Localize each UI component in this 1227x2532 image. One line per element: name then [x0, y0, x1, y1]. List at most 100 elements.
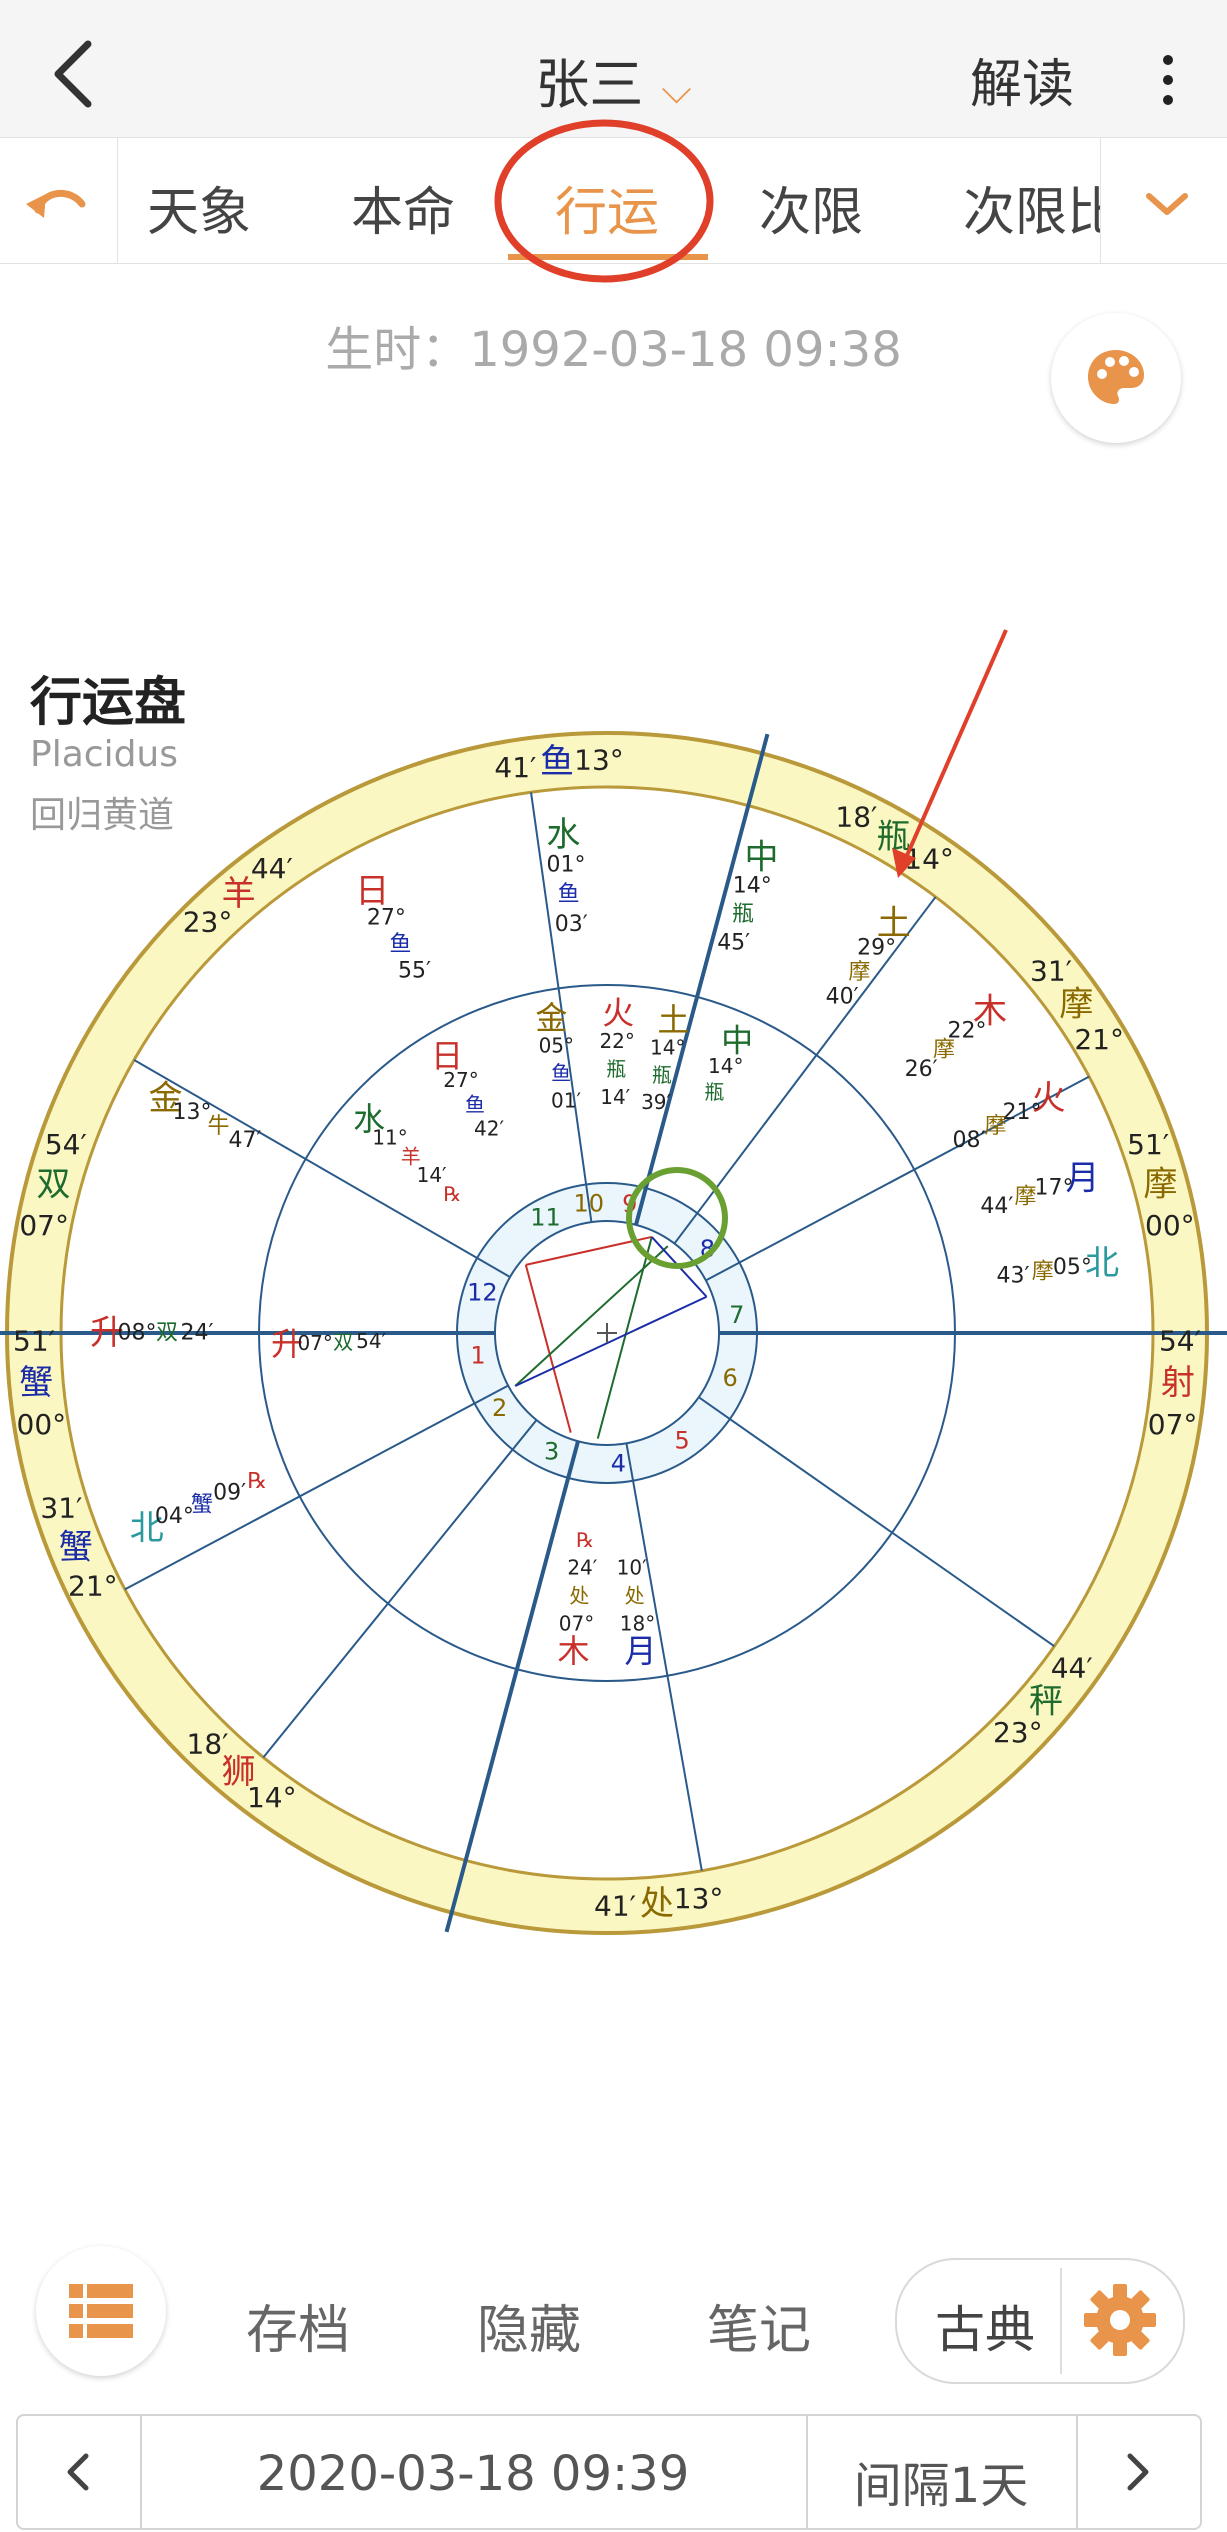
transit-planet-label: 14°: [733, 874, 772, 899]
ring-label: 07°: [1148, 1408, 1198, 1441]
transit-planet-label: 鱼: [558, 882, 580, 907]
transit-planet-label: 摩: [1032, 1259, 1054, 1284]
date-display[interactable]: 2020-03-18 09:39: [140, 2416, 808, 2528]
natal-planet-label: 火: [602, 994, 634, 1032]
tab-benming[interactable]: 本命: [351, 170, 455, 245]
hide-button[interactable]: 隐藏: [477, 2288, 581, 2363]
ring-label: 54′: [45, 1128, 87, 1161]
ring-label: 31′: [40, 1492, 82, 1525]
ring-label: 21°: [68, 1569, 118, 1602]
natal-planet-label: 27°: [443, 1068, 478, 1092]
transit-planet-label: 摩: [848, 960, 870, 985]
ring-label: 蟹: [19, 1363, 53, 1403]
interval-button[interactable]: 间隔1天: [806, 2416, 1078, 2528]
ring-label: 07°: [19, 1209, 69, 1242]
house-number: 5: [674, 1426, 689, 1454]
natal-planet-label: 金: [535, 999, 567, 1037]
birth-time: 生时：1992-03-18 09:38: [325, 322, 902, 378]
classic-button[interactable]: 古典: [935, 2290, 1035, 2362]
natal-planet-label: 双: [333, 1330, 353, 1354]
tabs-dropdown-chevron-icon[interactable]: [1100, 138, 1227, 263]
ring-label: 23°: [993, 1716, 1043, 1749]
natal-planet-label: 07°: [559, 1611, 594, 1635]
ring-label: 21°: [1074, 1023, 1124, 1056]
ring-label: 摩: [1059, 984, 1093, 1024]
ring-label: 射: [1161, 1363, 1195, 1403]
transit-planet-label: 45′: [717, 931, 750, 956]
list-icon: [69, 2284, 133, 2338]
natal-planet-label: 处: [625, 1584, 645, 1608]
transit-planet-label: 蟹: [191, 1492, 213, 1517]
natal-planet-label: 42′: [474, 1117, 504, 1141]
natal-planet-label: 07°: [297, 1331, 332, 1355]
ring-label: 18′: [187, 1727, 229, 1760]
ring-label: 处: [640, 1884, 674, 1924]
transit-planet-label: 09′: [213, 1481, 246, 1506]
ring-label: 41′: [594, 1889, 636, 1922]
chevron-right-icon: [1127, 2453, 1149, 2491]
palette-button[interactable]: [1051, 313, 1181, 443]
list-button[interactable]: [36, 2246, 166, 2376]
transit-planet-label: 44′: [980, 1194, 1013, 1219]
natal-planet-label: 木: [558, 1632, 590, 1670]
natal-planet-label: 24′: [567, 1556, 597, 1580]
tab-tianxiang[interactable]: 天象: [147, 170, 251, 245]
interpret-button[interactable]: 解读: [970, 42, 1074, 117]
natal-planet-label: ℞: [576, 1528, 594, 1552]
ring-label: 31′: [1030, 954, 1072, 987]
transit-planet-label: 21°: [1002, 1100, 1041, 1125]
ring-label: 41′: [494, 751, 536, 784]
transit-planet-label: 摩: [984, 1114, 1006, 1139]
ring-label: 18′: [835, 801, 877, 834]
natal-planet-label: 54′: [356, 1329, 386, 1353]
transit-planet-label: ℞: [247, 1469, 267, 1494]
natal-planet-label: 鱼: [465, 1092, 485, 1116]
ring-label: 摩: [1143, 1165, 1177, 1205]
natal-planet-label: 14°: [650, 1035, 685, 1059]
house-number: 6: [722, 1364, 737, 1392]
house-number: 10: [573, 1189, 604, 1217]
natal-planet-label: 瓶: [704, 1080, 724, 1104]
natal-planet-label: 处: [569, 1584, 589, 1608]
tab-cixian[interactable]: 次限: [759, 170, 863, 245]
astrology-chart[interactable]: 41′ 鱼 13°18′ 瓶14°31′摩21°51′摩00°54′射07°44′秤2…: [0, 600, 1227, 2000]
house-number: 4: [611, 1450, 626, 1478]
transit-planet-label: 47′: [228, 1128, 261, 1153]
natal-planet-label: 瓶: [606, 1057, 626, 1081]
natal-planet-label: 土: [658, 1001, 690, 1039]
ring-label: 13°: [674, 1882, 724, 1915]
natal-planet-label: 10′: [617, 1556, 647, 1580]
ring-label: 13°: [574, 744, 624, 777]
annotation-circle: [494, 119, 714, 283]
transit-planet-label: 瓶: [732, 902, 754, 927]
transit-planet-label: 24′: [181, 1321, 214, 1346]
undo-icon[interactable]: [0, 138, 118, 263]
ring-label: 44′: [1051, 1652, 1093, 1685]
tab-cixianbi[interactable]: 次限比: [963, 170, 1100, 245]
interval-text: 间隔1天: [853, 2458, 1029, 2514]
archive-button[interactable]: 存档: [246, 2288, 350, 2363]
annotation-red-arrow: [903, 629, 1008, 861]
date-bar: 2020-03-18 09:39 间隔1天: [16, 2414, 1202, 2530]
transit-planet-label: 08′: [953, 1128, 986, 1153]
natal-planet-label: 鱼: [551, 1061, 571, 1085]
notes-button[interactable]: 笔记: [707, 2288, 811, 2363]
transit-planet-label: 双: [156, 1321, 178, 1346]
chevron-left-icon: [67, 2453, 89, 2491]
transit-planet-label: 05°: [1053, 1255, 1092, 1280]
gear-icon[interactable]: [1082, 2282, 1158, 2358]
prev-date-button[interactable]: [18, 2416, 142, 2528]
transit-planet-label: 29°: [857, 935, 896, 960]
transit-planet-label: 摩: [1014, 1185, 1036, 1210]
more-vertical-icon[interactable]: [1148, 50, 1188, 110]
palette-icon: [1088, 350, 1144, 404]
classic-toggle: 古典: [895, 2258, 1185, 2384]
transit-planet-label: 13°: [173, 1100, 212, 1125]
transit-planet-label: 鱼: [389, 932, 411, 957]
natal-planet-label: 月: [624, 1632, 656, 1670]
natal-planet-label: 14′: [600, 1085, 630, 1109]
natal-planet-label: 14°: [708, 1054, 743, 1078]
house-number: 12: [467, 1279, 498, 1307]
divider: [1060, 2268, 1062, 2374]
next-date-button[interactable]: [1076, 2416, 1200, 2528]
